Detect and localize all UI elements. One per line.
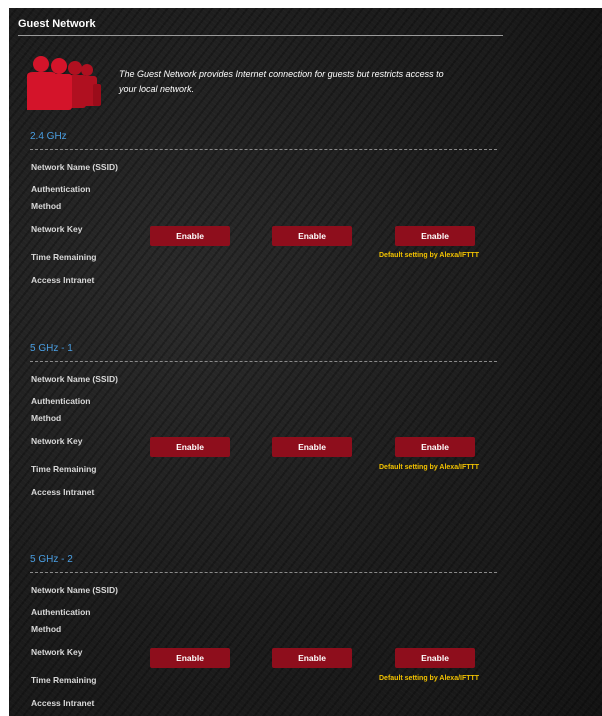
enable-button-2-4ghz-1[interactable]: Enable bbox=[150, 226, 230, 246]
label-network-key: Network Key bbox=[31, 436, 83, 446]
enable-button-5ghz-2-1[interactable]: Enable bbox=[150, 648, 230, 668]
enable-button-2-4ghz-3[interactable]: Enable bbox=[395, 226, 475, 246]
enable-button-5ghz-1-1[interactable]: Enable bbox=[150, 437, 230, 457]
label-method: Method bbox=[31, 413, 62, 423]
label-network-key: Network Key bbox=[31, 647, 83, 657]
label-network-name: Network Name (SSID) bbox=[31, 374, 118, 384]
label-network-key: Network Key bbox=[31, 224, 83, 234]
guest-users-icon bbox=[27, 56, 101, 110]
label-network-name: Network Name (SSID) bbox=[31, 162, 118, 172]
description-line-1: The Guest Network provides Internet conn… bbox=[119, 69, 444, 79]
default-setting-note: Default setting by Alexa/IFTTT bbox=[379, 252, 480, 259]
band-title: 2.4 GHz bbox=[30, 131, 67, 142]
label-method: Method bbox=[31, 624, 62, 634]
default-setting-note: Default setting by Alexa/IFTTT bbox=[379, 675, 480, 682]
band-divider bbox=[30, 572, 497, 573]
label-method: Method bbox=[31, 201, 62, 211]
band-divider bbox=[30, 361, 497, 362]
guest-network-description: The Guest Network provides Internet conn… bbox=[119, 67, 469, 97]
label-authentication: Authentication bbox=[31, 396, 91, 406]
enable-button-5ghz-1-3[interactable]: Enable bbox=[395, 437, 475, 457]
label-network-name: Network Name (SSID) bbox=[31, 585, 118, 595]
label-authentication: Authentication bbox=[31, 184, 91, 194]
enable-button-5ghz-1-2[interactable]: Enable bbox=[272, 437, 352, 457]
band-title: 5 GHz - 2 bbox=[30, 554, 73, 565]
page-title: Guest Network bbox=[18, 18, 96, 30]
label-access-intranet: Access Intranet bbox=[31, 487, 95, 497]
label-authentication: Authentication bbox=[31, 607, 91, 617]
band-title: 5 GHz - 1 bbox=[30, 343, 73, 354]
description-line-2: your local network. bbox=[119, 84, 195, 94]
enable-button-5ghz-2-3[interactable]: Enable bbox=[395, 648, 475, 668]
default-setting-note: Default setting by Alexa/IFTTT bbox=[379, 464, 480, 471]
label-time-remaining: Time Remaining bbox=[31, 252, 97, 262]
enable-button-5ghz-2-2[interactable]: Enable bbox=[272, 648, 352, 668]
enable-button-2-4ghz-2[interactable]: Enable bbox=[272, 226, 352, 246]
guest-network-panel: Guest Network The Guest Network provides… bbox=[9, 8, 602, 716]
band-divider bbox=[30, 149, 497, 150]
label-access-intranet: Access Intranet bbox=[31, 698, 95, 708]
title-divider bbox=[18, 35, 503, 36]
label-access-intranet: Access Intranet bbox=[31, 275, 95, 285]
label-time-remaining: Time Remaining bbox=[31, 464, 97, 474]
label-time-remaining: Time Remaining bbox=[31, 675, 97, 685]
